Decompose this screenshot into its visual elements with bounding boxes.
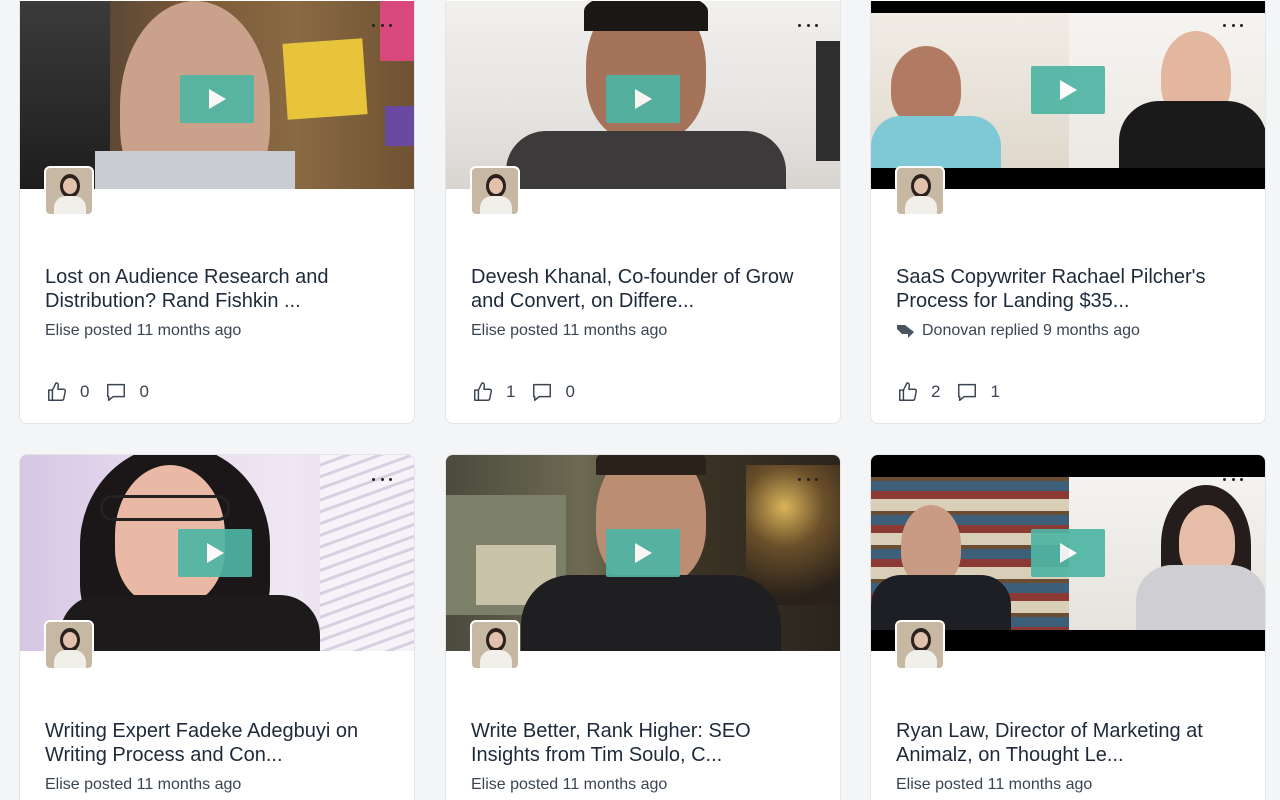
post-meta: Elise posted 11 months ago	[45, 776, 390, 794]
meta-text: Donovan replied 9 months ago	[922, 322, 1140, 339]
post-actions: 0 0	[46, 381, 165, 403]
meta-text: Elise posted 11 months ago	[45, 322, 242, 339]
like-count: 1	[506, 382, 516, 401]
more-options-icon[interactable]	[372, 475, 392, 483]
like-button[interactable]: 2	[897, 381, 940, 403]
post-title[interactable]: Writing Expert Fadeke Adegbuyi on Writin…	[45, 719, 390, 767]
post-meta: Elise posted 11 months ago	[471, 322, 816, 340]
play-icon	[1060, 543, 1077, 563]
thumbs-up-icon	[474, 382, 493, 401]
comment-bubble-icon	[958, 383, 977, 401]
video-thumbnail[interactable]	[446, 1, 840, 189]
post-title[interactable]: Ryan Law, Director of Marketing at Anima…	[896, 719, 1241, 767]
more-options-icon[interactable]	[372, 21, 392, 29]
meta-text: Elise posted 11 months ago	[45, 776, 242, 793]
post-meta: Elise posted 11 months ago	[896, 776, 1241, 794]
play-icon	[635, 543, 652, 563]
play-button[interactable]	[180, 75, 254, 123]
play-button[interactable]	[606, 75, 680, 123]
comment-count: 1	[990, 382, 1000, 401]
comment-button[interactable]: 1	[956, 381, 1000, 403]
meta-text: Elise posted 11 months ago	[471, 322, 668, 339]
like-count: 0	[80, 382, 90, 401]
comment-bubble-icon	[533, 383, 552, 401]
post-card[interactable]: Write Better, Rank Higher: SEO Insights …	[445, 454, 841, 800]
post-actions: 1 0	[472, 381, 591, 403]
video-thumbnail[interactable]	[20, 1, 414, 189]
play-button[interactable]	[1031, 529, 1105, 577]
post-card[interactable]: Lost on Audience Research and Distributi…	[19, 0, 415, 424]
post-meta: Elise posted 11 months ago	[45, 322, 390, 340]
post-meta: Elise posted 11 months ago	[471, 776, 816, 794]
avatar[interactable]	[470, 620, 520, 670]
like-button[interactable]: 0	[46, 381, 89, 403]
play-button[interactable]	[1031, 66, 1105, 114]
meta-text: Elise posted 11 months ago	[471, 776, 668, 793]
comment-button[interactable]: 0	[531, 381, 575, 403]
avatar[interactable]	[895, 620, 945, 670]
post-meta: Donovan replied 9 months ago	[896, 322, 1241, 340]
avatar[interactable]	[895, 166, 945, 216]
post-title[interactable]: Write Better, Rank Higher: SEO Insights …	[471, 719, 816, 767]
play-icon	[635, 89, 652, 109]
avatar[interactable]	[470, 166, 520, 216]
reply-arrow-icon	[897, 325, 914, 338]
post-card[interactable]: Devesh Khanal, Co-founder of Grow and Co…	[445, 0, 841, 424]
thumbs-up-icon	[899, 382, 918, 401]
more-options-icon[interactable]	[1223, 475, 1243, 483]
more-options-icon[interactable]	[798, 475, 818, 483]
play-button[interactable]	[606, 529, 680, 577]
comment-count: 0	[139, 382, 149, 401]
post-title[interactable]: Lost on Audience Research and Distributi…	[45, 265, 390, 313]
post-card[interactable]: SaaS Copywriter Rachael Pilcher's Proces…	[870, 0, 1266, 424]
video-card-grid: Lost on Audience Research and Distributi…	[0, 0, 1280, 800]
like-button[interactable]: 1	[472, 381, 515, 403]
more-options-icon[interactable]	[1223, 21, 1243, 29]
play-icon	[207, 543, 225, 563]
comment-button[interactable]: 0	[105, 381, 149, 403]
post-card[interactable]: Ryan Law, Director of Marketing at Anima…	[870, 454, 1266, 800]
comment-count: 0	[565, 382, 575, 401]
post-actions: 2 1	[897, 381, 1016, 403]
post-title[interactable]: SaaS Copywriter Rachael Pilcher's Proces…	[896, 265, 1241, 313]
video-thumbnail[interactable]	[871, 1, 1265, 189]
play-icon	[209, 89, 226, 109]
play-icon	[1060, 80, 1077, 100]
meta-text: Elise posted 11 months ago	[896, 776, 1093, 793]
play-button[interactable]	[178, 529, 253, 577]
like-count: 2	[931, 382, 941, 401]
post-card[interactable]: Writing Expert Fadeke Adegbuyi on Writin…	[19, 454, 415, 800]
avatar[interactable]	[44, 166, 94, 216]
more-options-icon[interactable]	[798, 21, 818, 29]
thumbs-up-icon	[48, 382, 67, 401]
comment-bubble-icon	[107, 383, 126, 401]
post-title[interactable]: Devesh Khanal, Co-founder of Grow and Co…	[471, 265, 816, 313]
avatar[interactable]	[44, 620, 94, 670]
